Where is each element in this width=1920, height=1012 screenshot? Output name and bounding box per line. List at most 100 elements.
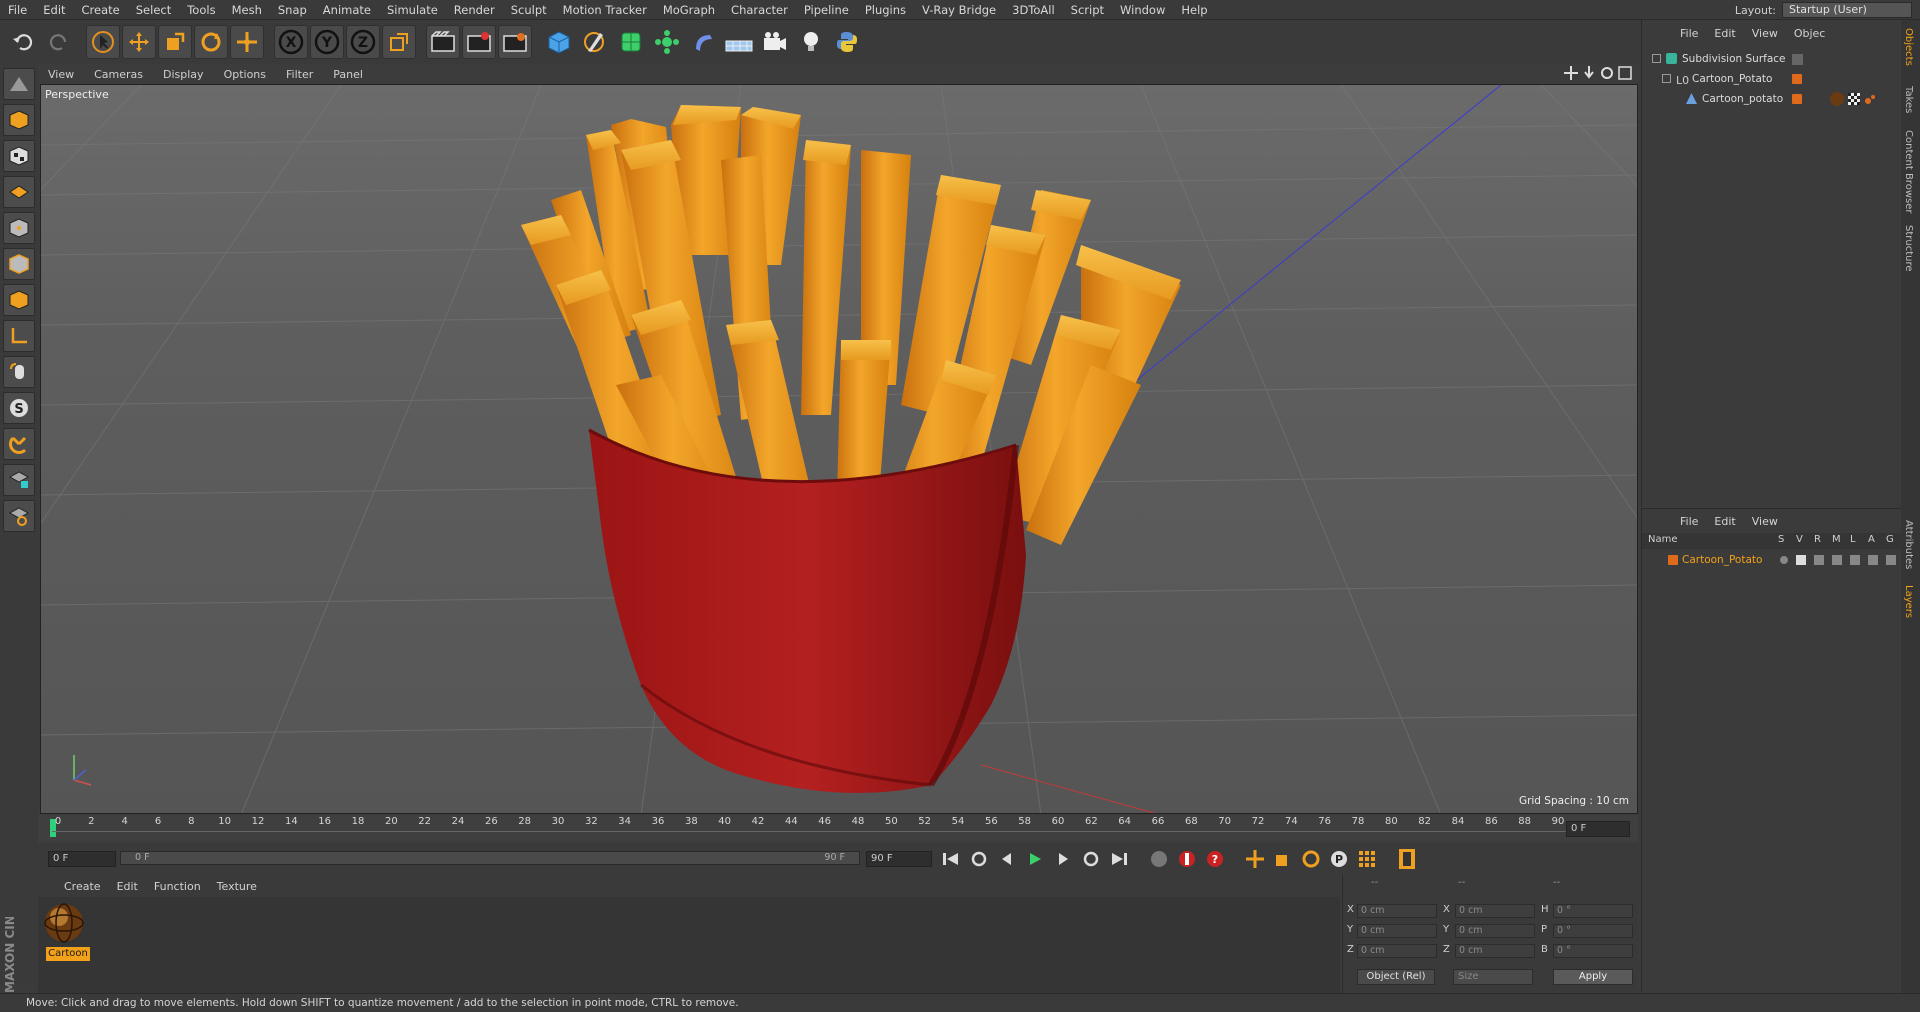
column-manager[interactable]: M bbox=[1832, 534, 1841, 545]
render-picture-viewer-icon[interactable] bbox=[462, 25, 496, 59]
viewport-menu-view[interactable]: View bbox=[38, 68, 84, 81]
material-menu-function[interactable]: Function bbox=[146, 880, 209, 893]
menu-mesh[interactable]: Mesh bbox=[224, 3, 270, 17]
play-icon[interactable] bbox=[1022, 847, 1048, 871]
visibility-eye-icon[interactable] bbox=[1796, 555, 1806, 565]
column-render[interactable]: R bbox=[1814, 534, 1821, 545]
tweak-mode-icon[interactable] bbox=[3, 356, 35, 388]
column-generators[interactable]: G bbox=[1886, 534, 1894, 545]
key-parameter-icon[interactable]: P bbox=[1326, 847, 1352, 871]
axis-mode-icon[interactable] bbox=[3, 320, 35, 352]
cube-icon[interactable] bbox=[542, 25, 576, 59]
position-y-field[interactable]: 0 cm bbox=[1357, 924, 1437, 938]
timeline-ruler[interactable]: 0 2 4 6 8 10 12 14 16 18 20 22 24 26 28 30 32 34 36 38 40 42 4… bbox=[38, 815, 1638, 842]
autokey-icon[interactable]: ? bbox=[1202, 847, 1228, 871]
menu-animate[interactable]: Animate bbox=[315, 3, 379, 17]
menu-plugins[interactable]: Plugins bbox=[857, 3, 914, 17]
phong-tag-icon[interactable] bbox=[1864, 93, 1876, 105]
end-frame-field[interactable]: 90 F bbox=[866, 851, 932, 867]
pen-icon[interactable] bbox=[578, 25, 612, 59]
edit-render-settings-icon[interactable] bbox=[498, 25, 532, 59]
menu-script[interactable]: Script bbox=[1063, 3, 1112, 17]
uvw-tag-icon[interactable] bbox=[1848, 93, 1860, 105]
key-selection-icon[interactable] bbox=[1146, 847, 1172, 871]
viewport-menu-options[interactable]: Options bbox=[214, 68, 276, 81]
perspective-viewport[interactable]: Perspective Grid Spacing : 10 cm bbox=[40, 84, 1638, 814]
z-axis-icon[interactable]: Z bbox=[346, 25, 380, 59]
position-x-field[interactable]: 0 cm bbox=[1357, 904, 1437, 918]
key-scale-icon[interactable] bbox=[1270, 847, 1296, 871]
menu-snap[interactable]: Snap bbox=[270, 3, 315, 17]
solo-toggle-icon[interactable] bbox=[1780, 556, 1788, 564]
viewport-menu-filter[interactable]: Filter bbox=[276, 68, 323, 81]
collapse-toggle-icon[interactable] bbox=[1652, 54, 1661, 63]
timeline-settings-icon[interactable] bbox=[1394, 847, 1420, 871]
next-frame-icon[interactable] bbox=[1050, 847, 1076, 871]
object-row-cartoon-potato-null[interactable]: L0 Cartoon_Potato bbox=[1642, 70, 1902, 88]
floor-icon[interactable] bbox=[722, 25, 756, 59]
layer-color-swatch[interactable] bbox=[1668, 555, 1678, 565]
rotate-icon[interactable] bbox=[194, 25, 228, 59]
viewport-rotate-icon[interactable] bbox=[1600, 66, 1614, 80]
rotation-p-field[interactable]: 0 ° bbox=[1553, 924, 1633, 938]
viewport-menu-display[interactable]: Display bbox=[153, 68, 214, 81]
object-row-cartoon-potato-mesh[interactable]: Cartoon_potato bbox=[1642, 90, 1902, 108]
size-x-field[interactable]: 0 cm bbox=[1455, 904, 1535, 918]
size-mode-dropdown[interactable]: Size bbox=[1453, 969, 1533, 985]
previous-frame-icon[interactable] bbox=[994, 847, 1020, 871]
position-z-field[interactable]: 0 cm bbox=[1357, 944, 1437, 958]
material-item[interactable]: Cartoon bbox=[42, 901, 90, 961]
live-selection-icon[interactable] bbox=[230, 25, 264, 59]
object-row-subdivision[interactable]: Subdivision Surface bbox=[1642, 50, 1902, 68]
tab-layers[interactable]: Layers bbox=[1903, 585, 1914, 618]
layer-color-swatch[interactable] bbox=[1792, 74, 1802, 84]
camera-icon[interactable] bbox=[758, 25, 792, 59]
menu-help[interactable]: Help bbox=[1173, 3, 1215, 17]
material-tag-icon[interactable] bbox=[1830, 92, 1844, 106]
collapse-toggle-icon[interactable] bbox=[1662, 74, 1671, 83]
viewport-move-icon[interactable] bbox=[1564, 66, 1578, 80]
render-view-icon[interactable] bbox=[426, 25, 460, 59]
tab-content-browser[interactable]: Content Browser bbox=[1903, 130, 1914, 213]
python-icon[interactable] bbox=[830, 25, 864, 59]
material-menu-texture[interactable]: Texture bbox=[209, 880, 265, 893]
previous-key-icon[interactable] bbox=[966, 847, 992, 871]
deformer-icon[interactable] bbox=[686, 25, 720, 59]
column-locked[interactable]: L bbox=[1850, 534, 1856, 545]
tab-attributes[interactable]: Attributes bbox=[1903, 520, 1914, 569]
object-menu-edit[interactable]: Edit bbox=[1706, 27, 1743, 40]
material-menu-edit[interactable]: Edit bbox=[109, 880, 146, 893]
menu-3dtoall[interactable]: 3DToAll bbox=[1004, 3, 1063, 17]
viewport-zoom-icon[interactable] bbox=[1582, 66, 1596, 80]
generator-toggle-icon[interactable] bbox=[1886, 555, 1896, 565]
layer-menu-edit[interactable]: Edit bbox=[1706, 515, 1743, 528]
model-mode-icon[interactable] bbox=[3, 104, 35, 136]
menu-tools[interactable]: Tools bbox=[179, 3, 223, 17]
menu-mograph[interactable]: MoGraph bbox=[655, 3, 723, 17]
manager-toggle-icon[interactable] bbox=[1832, 555, 1842, 565]
key-pla-icon[interactable] bbox=[1354, 847, 1380, 871]
viewport-maximize-icon[interactable] bbox=[1618, 66, 1632, 80]
tab-takes[interactable]: Takes bbox=[1903, 86, 1914, 113]
redo-icon[interactable] bbox=[42, 25, 76, 59]
menu-render[interactable]: Render bbox=[446, 3, 503, 17]
scale-icon[interactable] bbox=[158, 25, 192, 59]
go-to-end-icon[interactable] bbox=[1106, 847, 1132, 871]
magnet-icon[interactable] bbox=[3, 428, 35, 460]
animation-toggle-icon[interactable] bbox=[1868, 555, 1878, 565]
rotation-h-field[interactable]: 0 ° bbox=[1553, 904, 1633, 918]
y-axis-icon[interactable]: Y bbox=[310, 25, 344, 59]
menu-vray-bridge[interactable]: V-Ray Bridge bbox=[914, 3, 1004, 17]
object-menu-file[interactable]: File bbox=[1672, 27, 1706, 40]
tab-objects[interactable]: Objects bbox=[1903, 28, 1914, 66]
viewport-menu-cameras[interactable]: Cameras bbox=[84, 68, 153, 81]
select-arrow-icon[interactable] bbox=[86, 25, 120, 59]
planar-workplane-icon[interactable] bbox=[3, 500, 35, 532]
range-slider[interactable]: 0 F 90 F bbox=[120, 851, 860, 865]
workplane-mode-icon[interactable] bbox=[3, 176, 35, 208]
menu-select[interactable]: Select bbox=[128, 3, 179, 17]
next-key-icon[interactable] bbox=[1078, 847, 1104, 871]
texture-mode-icon[interactable] bbox=[3, 140, 35, 172]
polygons-mode-icon[interactable] bbox=[3, 284, 35, 316]
snap-icon[interactable]: S bbox=[3, 392, 35, 424]
